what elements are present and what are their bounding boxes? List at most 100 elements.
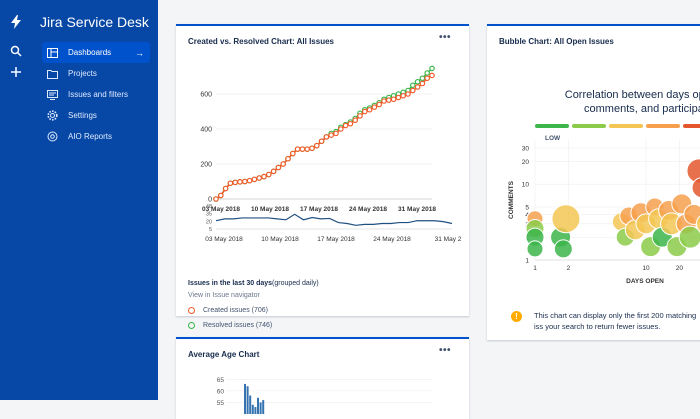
average-age-chart: 55 60 65 (217, 377, 432, 414)
data-point (266, 171, 272, 178)
bubble-chart: LOW12345102030121020DAYS OPENCOMMENTS (508, 124, 700, 285)
bar (244, 383, 246, 414)
data-point (314, 142, 320, 149)
search-icon[interactable] (8, 43, 24, 59)
jira-logo-icon[interactable] (8, 14, 24, 30)
data-point (213, 196, 219, 202)
legend-created: Created issues (706) (188, 307, 268, 314)
data-point (294, 146, 301, 152)
y-tick-label: 0 (208, 197, 212, 204)
x-tick-label: 10 (642, 265, 650, 272)
x-tick-label: 24 May 2018 (349, 206, 387, 213)
sidebar-item-issues[interactable]: Issues and filters (42, 84, 150, 105)
color-scale-segment (572, 124, 606, 128)
data-point (232, 179, 239, 186)
sidebar-item-projects[interactable]: Projects (42, 63, 150, 84)
data-point (285, 155, 291, 162)
bubble (551, 204, 581, 234)
bar (259, 402, 262, 414)
sidebar-item-label: Issues and filters (68, 90, 129, 99)
data-point (227, 180, 234, 187)
data-point (318, 138, 325, 145)
data-point (352, 117, 359, 124)
data-point (357, 113, 363, 119)
data-point (237, 179, 243, 185)
overview-x-tick: 03 May 2018 (205, 236, 243, 243)
data-point (395, 94, 402, 101)
y-tick-label: 5 (525, 205, 529, 212)
overview-x-tick: 31 May 2 (435, 236, 462, 243)
gadget-title: Bubble Chart: All Open Issues (499, 37, 614, 46)
data-point (333, 130, 339, 137)
x-tick-label: 10 May 2018 (251, 206, 289, 213)
overview-x-tick: 17 May 2018 (317, 236, 355, 243)
data-point (242, 178, 248, 185)
data-point (376, 101, 383, 108)
overview-y-tick: 48 (206, 204, 212, 210)
gear-icon (46, 110, 58, 122)
issues-icon (46, 89, 58, 101)
gadget-title: Created vs. Resolved Chart: All Issues (188, 37, 334, 46)
sidebar-item-dashboards[interactable]: Dashboards → (42, 42, 150, 63)
overview-y-tick: 5 (209, 227, 212, 233)
sidebar-item-settings[interactable]: Settings (42, 105, 150, 126)
sidebar-item-label: AIO Reports (68, 132, 113, 141)
data-point (299, 146, 306, 152)
overview-y-tick: 20 (206, 219, 212, 225)
y-tick-label: 600 (200, 92, 212, 99)
y-tick-label: 60 (217, 388, 225, 395)
data-point (424, 70, 431, 76)
view-in-issue-navigator-link[interactable]: View in Issue navigator (188, 292, 260, 299)
arrow-right-icon: → (135, 47, 144, 58)
data-point (362, 108, 368, 115)
data-point (222, 185, 229, 192)
data-point (405, 91, 411, 97)
data-point (323, 134, 330, 140)
plus-icon[interactable] (8, 64, 24, 80)
average-age-gadget: Average Age Chart ••• 55 60 65 (176, 337, 469, 419)
sidebar-item-aio-reports[interactable]: AIO Reports (42, 126, 150, 147)
legend-title: Issues in the last 30 days(grouped daily… (188, 280, 319, 287)
warning-message: ! This chart can display only the first … (511, 310, 700, 332)
bar (262, 400, 265, 414)
y-tick-label: 400 (200, 127, 212, 134)
data-point (275, 164, 282, 171)
data-point (419, 75, 426, 82)
data-point (309, 145, 315, 152)
data-point (347, 120, 354, 127)
bubble (678, 225, 700, 249)
color-scale-segment (646, 124, 680, 128)
color-scale-segment (609, 124, 643, 128)
data-point (366, 106, 373, 113)
x-tick-label: 20 (676, 265, 684, 272)
data-point (290, 150, 296, 157)
legend-resolved-label: Resolved issues (746) (203, 322, 273, 329)
x-tick-label: 1 (533, 265, 537, 272)
sidebar-item-label: Settings (68, 111, 97, 120)
y-axis-label: COMMENTS (508, 180, 515, 219)
data-point (381, 98, 387, 104)
legend-created-label: Created issues (706) (203, 307, 268, 314)
more-options-icon[interactable]: ••• (439, 32, 451, 43)
data-point (390, 96, 397, 103)
data-point (261, 173, 267, 180)
legend-created-marker (188, 307, 195, 314)
created-vs-resolved-chart: 0 200 400 600 03 May 2018 10 May 2018 17 May 2… (200, 65, 462, 243)
data-point (429, 72, 435, 79)
bar (249, 395, 252, 414)
bar (246, 386, 249, 414)
gadget-title: Average Age Chart (188, 350, 260, 359)
color-scale-segment (535, 124, 569, 128)
data-point (342, 122, 349, 129)
data-point (304, 146, 311, 152)
bubble-chart-subtitle: Correlation between days open, n comment… (564, 89, 700, 115)
reports-icon (46, 131, 58, 143)
legend-title-rest: (grouped daily) (272, 280, 319, 287)
data-point (256, 175, 263, 181)
more-options-icon[interactable]: ••• (439, 345, 451, 356)
legend-resolved-marker (188, 322, 195, 329)
data-point (251, 176, 258, 183)
warning-text: This chart can display only the first 20… (534, 311, 697, 331)
data-point (410, 87, 416, 94)
sidebar-item-label: Dashboards (68, 48, 112, 57)
